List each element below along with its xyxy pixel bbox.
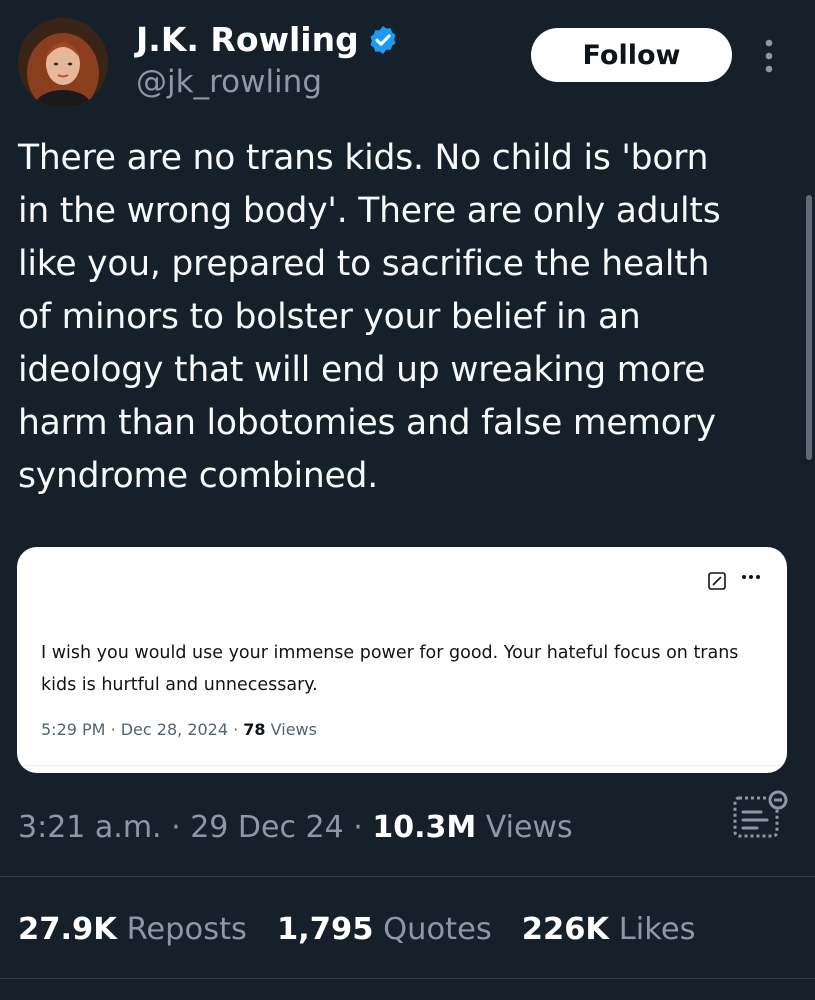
meta-separator: ·: [171, 810, 191, 845]
verified-badge-icon: [370, 26, 396, 54]
quoted-tweet-date: Dec 28, 2024: [120, 720, 229, 739]
quoted-tweet-meta: 5:29 PM · Dec 28, 2024 · 78 Views: [41, 720, 317, 739]
likes-count: 226K: [521, 912, 610, 947]
more-vertical-icon[interactable]: [757, 34, 781, 78]
author-handle[interactable]: @jk_rowling: [136, 62, 322, 102]
engagement-stats: 27.9K Reposts 1,795 Quotes 226K Likes: [18, 910, 695, 950]
tweet-timestamp: 3:21 a.m. · 29 Dec 24 · 10.3M Views: [18, 808, 573, 848]
reposts-label: Reposts: [126, 912, 247, 947]
quoted-tweet-time: 5:29 PM: [41, 720, 106, 739]
scrollbar[interactable]: [806, 195, 812, 460]
meta-separator: ·: [233, 720, 244, 739]
quoted-card-divider: [17, 765, 787, 766]
section-divider: [0, 978, 815, 979]
quoted-tweet-views-label: Views: [270, 720, 317, 739]
tweet-text: There are no trans kids. No child is 'bo…: [18, 138, 721, 496]
quotes-stat[interactable]: 1,795 Quotes: [277, 910, 492, 950]
follow-button[interactable]: Follow: [531, 28, 732, 82]
likes-stat[interactable]: 226K Likes: [522, 910, 696, 950]
quotes-label: Quotes: [383, 912, 492, 947]
meta-separator: ·: [353, 810, 373, 845]
avatar-image: [18, 18, 108, 108]
author-display-name[interactable]: J.K. Rowling: [136, 18, 399, 62]
avatar[interactable]: [18, 18, 108, 108]
meta-separator: ·: [110, 720, 121, 739]
likes-label: Likes: [618, 912, 696, 947]
quotes-count: 1,795: [276, 912, 374, 947]
edit-icon[interactable]: [708, 572, 726, 590]
tweet-views-count: 10.3M: [372, 810, 477, 845]
reposts-stat[interactable]: 27.9K Reposts: [18, 910, 247, 950]
author-name-text: J.K. Rowling: [136, 20, 359, 59]
section-divider: [0, 876, 815, 877]
quoted-tweet-text: I wish you would use your immense power …: [41, 643, 739, 695]
tweet-date[interactable]: 29 Dec 24: [190, 810, 343, 845]
view-analytics-icon[interactable]: [731, 790, 791, 842]
tweet-time[interactable]: 3:21 a.m.: [18, 810, 162, 845]
reposts-count: 27.9K: [18, 912, 117, 947]
tweet-views-label: Views: [485, 810, 573, 845]
more-horizontal-icon[interactable]: [739, 569, 763, 585]
quoted-tweet-card[interactable]: I wish you would use your immense power …: [17, 547, 787, 773]
quoted-tweet-views-count: 78: [243, 720, 266, 739]
